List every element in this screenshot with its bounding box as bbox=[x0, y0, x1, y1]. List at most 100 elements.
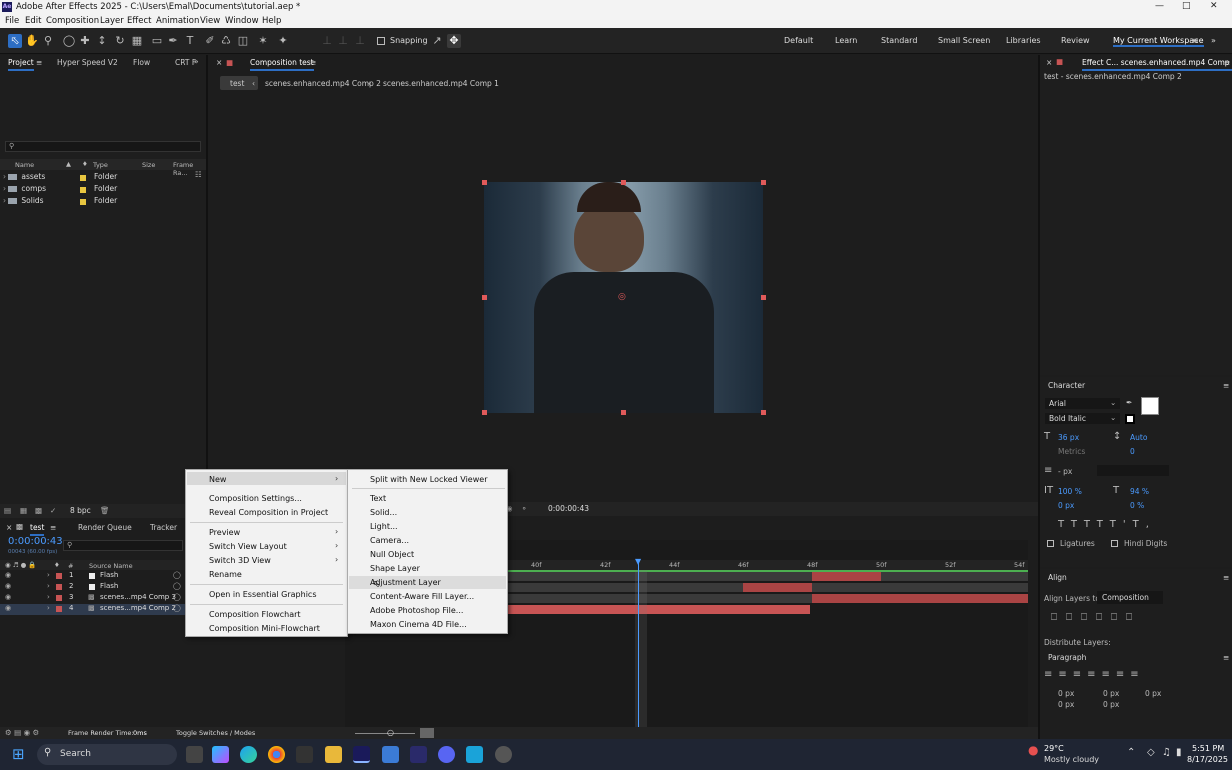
tab-effect-controls[interactable]: Effect C... scenes.enhanced.mp4 Comp 2 bbox=[1082, 58, 1232, 71]
chrome-icon[interactable] bbox=[268, 746, 285, 763]
layer-bar[interactable] bbox=[812, 572, 881, 581]
roto-brush-tool-icon[interactable]: ✶ bbox=[256, 34, 270, 48]
panel-menu-icon[interactable]: ≡ bbox=[1224, 58, 1230, 67]
menu-effect[interactable]: Effect bbox=[127, 16, 151, 26]
viewer-timecode[interactable]: 0:00:00:43 bbox=[548, 504, 589, 513]
visibility-icon[interactable]: ◉ bbox=[5, 582, 11, 590]
interpret-footage-icon[interactable]: ▤ bbox=[4, 506, 11, 515]
discord-icon[interactable] bbox=[438, 746, 455, 763]
parent-pickwhip-icon[interactable]: ◯ bbox=[173, 582, 181, 590]
indent-first-value[interactable]: 0 px bbox=[1145, 689, 1161, 698]
transform-handle[interactable] bbox=[621, 180, 626, 185]
brush-tool-icon[interactable]: ✐ bbox=[203, 34, 217, 48]
col-type[interactable]: Type bbox=[93, 161, 108, 169]
tab-flow[interactable]: Flow bbox=[133, 58, 150, 67]
menu-edit[interactable]: Edit bbox=[25, 16, 41, 26]
menu-composition[interactable]: Composition bbox=[46, 16, 99, 26]
transform-handle[interactable] bbox=[482, 410, 487, 415]
menu-item-switch-view-layout[interactable]: Switch View Layout bbox=[209, 542, 287, 551]
col-name[interactable]: Name bbox=[15, 161, 34, 169]
anchor-point-icon[interactable]: ◎ bbox=[618, 292, 626, 302]
transform-handle[interactable] bbox=[761, 180, 766, 185]
layer-search-input[interactable]: ⚲ bbox=[63, 540, 183, 551]
font-size-value[interactable]: 36 px bbox=[1058, 433, 1079, 442]
menu-item-preview[interactable]: Preview bbox=[209, 528, 240, 537]
close-tab-icon[interactable]: × bbox=[6, 523, 12, 532]
settings-icon[interactable]: ✓ bbox=[50, 506, 56, 515]
composition-viewer-frame[interactable]: ◎ bbox=[484, 182, 763, 413]
wifi-icon[interactable]: ◇ bbox=[1147, 747, 1155, 758]
parent-pickwhip-icon[interactable]: ◯ bbox=[173, 604, 181, 612]
lock-icon[interactable]: ■ bbox=[1056, 57, 1063, 66]
world-axis-icon[interactable]: ⊥ bbox=[336, 34, 350, 48]
panel-menu-icon[interactable]: ≡ bbox=[1223, 653, 1229, 662]
flowchart-icon[interactable]: ☷ bbox=[195, 170, 202, 179]
list-item[interactable]: › comps bbox=[3, 184, 46, 193]
workspace-default[interactable]: Default bbox=[784, 36, 813, 45]
transform-handle[interactable] bbox=[761, 295, 766, 300]
project-search-input[interactable]: ⚲ bbox=[5, 141, 201, 152]
menu-item-composition-flowchart[interactable]: Composition Flowchart bbox=[209, 610, 301, 619]
menu-item-composition-settings[interactable]: Composition Settings... bbox=[209, 494, 302, 503]
submenu-item-shape-layer[interactable]: Shape Layer bbox=[370, 564, 420, 573]
tab-render-queue[interactable]: Render Queue bbox=[78, 523, 132, 532]
label-color[interactable] bbox=[56, 606, 62, 612]
weather-desc[interactable]: Mostly cloudy bbox=[1044, 755, 1099, 764]
new-folder-icon[interactable]: ▦ bbox=[20, 506, 27, 515]
weather-icon[interactable]: ● bbox=[1028, 743, 1038, 757]
new-comp-icon[interactable]: ▩ bbox=[35, 506, 42, 515]
dolly-tool-icon[interactable]: ↕ bbox=[95, 34, 109, 48]
workspace-menu-icon[interactable]: ≡ bbox=[1192, 36, 1199, 45]
submenu-item-camera[interactable]: Camera... bbox=[370, 536, 409, 545]
align-axis-icon[interactable]: ⊥ bbox=[320, 34, 334, 48]
snap-grid-icon[interactable]: ✥ bbox=[447, 34, 461, 48]
menu-item-rename[interactable]: Rename bbox=[209, 570, 242, 579]
vertical-scale-value[interactable]: 100 % bbox=[1058, 487, 1082, 496]
breadcrumb-comp1[interactable]: scenes.enhanced.mp4 Comp 1 bbox=[383, 79, 499, 88]
tab-composition[interactable]: Composition test bbox=[250, 58, 314, 71]
submenu-item-split-locked-viewer[interactable]: Split with New Locked Viewer bbox=[370, 475, 487, 484]
anchor-tool-icon[interactable]: ▦ bbox=[130, 34, 144, 48]
horizontal-scale-value[interactable]: 94 % bbox=[1130, 487, 1149, 496]
menu-file[interactable]: File bbox=[5, 16, 19, 26]
font-family-select[interactable]: Arial bbox=[1045, 398, 1120, 409]
lock-icon[interactable]: ■ bbox=[226, 58, 233, 67]
submenu-item-light[interactable]: Light... bbox=[370, 522, 398, 531]
leading-value[interactable]: Auto bbox=[1130, 433, 1147, 442]
visibility-icon[interactable]: ◉ bbox=[5, 571, 11, 579]
transform-handle[interactable] bbox=[761, 410, 766, 415]
tsume-value[interactable]: 0 % bbox=[1130, 501, 1144, 510]
battery-icon[interactable]: ▮ bbox=[1176, 747, 1182, 758]
table-row[interactable]: ◉ › 1 Flash ◯ bbox=[0, 571, 185, 582]
clock-time[interactable]: 5:51 PM bbox=[1192, 744, 1224, 753]
panel-menu-icon[interactable]: ≡ bbox=[50, 523, 56, 532]
pen-tool-icon[interactable]: ✒ bbox=[166, 34, 180, 48]
zoom-slider[interactable] bbox=[355, 733, 415, 734]
panel-menu-icon[interactable]: ≡ bbox=[36, 58, 42, 67]
parent-pickwhip-icon[interactable]: ◯ bbox=[173, 571, 181, 579]
rectangle-tool-icon[interactable]: ▭ bbox=[150, 34, 164, 48]
panel-menu-icon[interactable]: ≡ bbox=[1223, 573, 1229, 582]
expand-icon[interactable]: › bbox=[47, 582, 50, 590]
clone-stamp-tool-icon[interactable]: ♺ bbox=[219, 34, 233, 48]
timeline-scrollbar[interactable] bbox=[420, 728, 434, 738]
expand-icon[interactable]: › bbox=[47, 604, 50, 612]
weather-temp[interactable]: 29°C bbox=[1044, 744, 1064, 753]
workspace-standard[interactable]: Standard bbox=[881, 36, 917, 45]
minimize-icon[interactable]: — bbox=[1155, 1, 1164, 11]
layer-bar[interactable] bbox=[812, 594, 1028, 603]
faux-styles-icon[interactable]: TTTTT'T, bbox=[1058, 519, 1156, 530]
table-row[interactable]: ◉ › 4 ▩ scenes...mp4 Comp 2 ◯ bbox=[0, 604, 185, 615]
zoom-slider-thumb-icon[interactable]: ○ bbox=[387, 728, 394, 737]
playhead-line[interactable] bbox=[638, 560, 639, 750]
col-source-name[interactable]: Source Name bbox=[89, 562, 133, 570]
fill-color-swatch[interactable] bbox=[1141, 397, 1159, 415]
table-row[interactable]: ◉ › 2 Flash ◯ bbox=[0, 582, 185, 593]
tray-chevron-icon[interactable]: ⌃ bbox=[1127, 747, 1135, 758]
menu-item-reveal-composition[interactable]: Reveal Composition in Project bbox=[209, 508, 328, 517]
orbit-tool-icon[interactable]: ◯ bbox=[62, 34, 76, 48]
expand-icon[interactable]: › bbox=[47, 593, 50, 601]
vscode-icon[interactable] bbox=[382, 746, 399, 763]
bpc-label[interactable]: 8 bpc bbox=[70, 506, 91, 515]
menu-view[interactable]: View bbox=[200, 16, 220, 26]
